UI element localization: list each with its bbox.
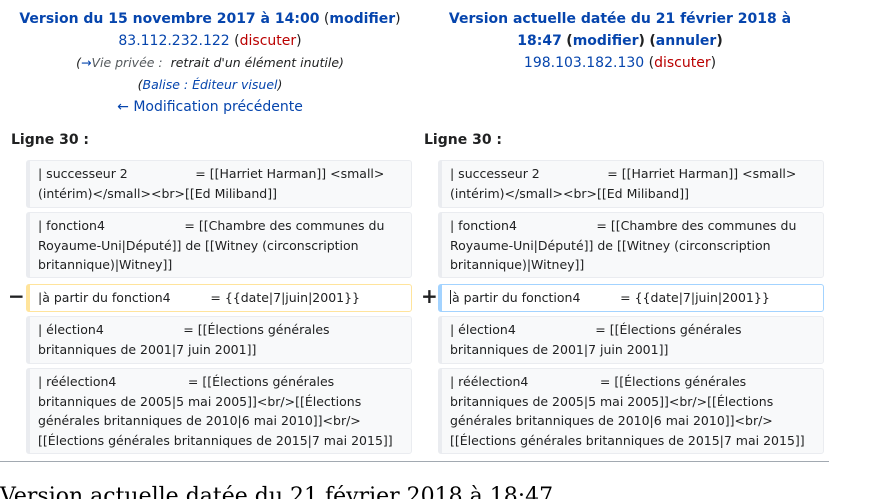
tag-paren-close: ) <box>277 77 283 92</box>
diff-context-right: | élection4 = [[Élections générales brit… <box>438 316 824 364</box>
revision-heading: Version actuelle datée du 21 février 201… <box>0 484 554 499</box>
diff-context-left: | fonction4 = [[Chambre des communes du … <box>26 212 412 278</box>
current-revision-title-line1[interactable]: Version actuelle datée du 21 février 201… <box>449 11 791 27</box>
section-name: Vie privée : <box>91 55 163 70</box>
edit-summary: retrait d'un élément inutile <box>170 55 340 70</box>
text-cursor <box>450 290 451 304</box>
current-user-ip-link[interactable]: 198.103.182.130 <box>524 55 644 71</box>
current-modify-link[interactable]: modifier <box>573 33 639 49</box>
tag-separator: : <box>179 77 193 92</box>
section-arrow-link[interactable]: → <box>81 55 91 70</box>
divider <box>0 461 829 462</box>
summary-paren-close: ) <box>339 55 344 70</box>
diff-deleted-line: |à partir du fonction4 = {{date|7|juin|2… <box>26 284 412 312</box>
cur-talk-paren-close: ) <box>710 55 717 71</box>
deleted-line-marker: − <box>8 284 25 308</box>
current-undo-link[interactable]: annuler <box>656 33 717 49</box>
old-revision-title[interactable]: Version du 15 novembre 2017 à 14:00 <box>19 11 319 27</box>
old-talk-paren-close: ) <box>296 33 302 49</box>
current-talk-link[interactable]: discuter <box>654 55 711 71</box>
diff-context-right: | successeur 2 = [[Harriet Harman]] <sma… <box>438 160 824 208</box>
diff-context-left: | élection4 = [[Élections générales brit… <box>26 316 412 364</box>
diff-context-left: | successeur 2 = [[Harriet Harman]] <sma… <box>26 160 412 208</box>
left-line-number: Ligne 30 : <box>11 132 90 148</box>
current-revision-title-line2[interactable]: 18:47 <box>517 33 562 49</box>
right-line-number: Ligne 30 : <box>424 132 503 148</box>
added-line-text: à partir du fonction4 = {{date|7|juin|20… <box>452 290 770 305</box>
tag-label-link[interactable]: Balise <box>143 77 180 92</box>
diff-context-right: | fonction4 = [[Chambre des communes du … <box>438 212 824 278</box>
cur-modify-paren-close: ) <box>638 33 645 49</box>
previous-edit-link[interactable]: ← Modification précédente <box>117 99 303 115</box>
added-line-marker: + <box>421 284 438 308</box>
old-user-ip-link[interactable]: 83.112.232.122 <box>118 33 229 49</box>
cur-undo-paren-close: ) <box>716 33 723 49</box>
current-revision-header: Version actuelle datée du 21 février 201… <box>420 8 820 74</box>
old-talk-link[interactable]: discuter <box>240 33 297 49</box>
old-paren-close: ) <box>395 11 401 27</box>
diff-context-right: | réélection4 = [[Élections générales br… <box>438 368 824 454</box>
diff-added-line: à partir du fonction4 = {{date|7|juin|20… <box>438 284 824 312</box>
tag-value-link[interactable]: Éditeur visuel <box>192 77 277 92</box>
diff-context-left: | réélection4 = [[Élections générales br… <box>26 368 412 454</box>
old-modify-link[interactable]: modifier <box>329 11 395 27</box>
old-revision-header: Version du 15 novembre 2017 à 14:00 (mod… <box>0 8 420 118</box>
